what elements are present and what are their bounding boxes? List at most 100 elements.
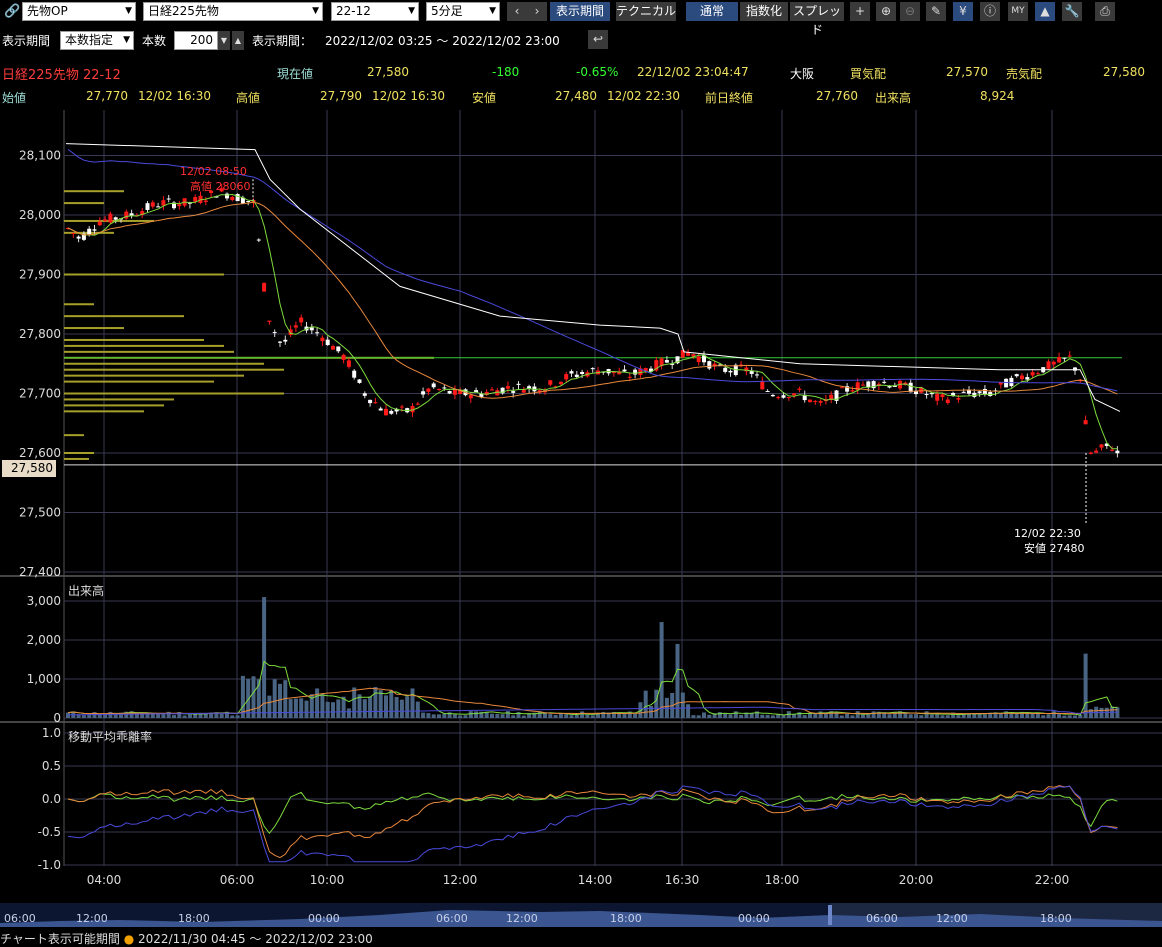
market-select[interactable]: 先物OP ▼ xyxy=(22,2,136,21)
time-tick-label: 04:00 xyxy=(87,873,122,887)
volume-profile-bar xyxy=(64,374,244,377)
candle-body xyxy=(760,381,765,390)
current-price-label: 27,580 xyxy=(2,460,56,477)
wrench-icon[interactable]: 🔧 xyxy=(1062,2,1082,21)
volume-bar xyxy=(982,714,987,718)
pencil-icon[interactable]: ✎ xyxy=(926,2,946,21)
volume-bar xyxy=(495,713,500,718)
candle-body xyxy=(490,389,494,391)
volume-profile-bar xyxy=(64,368,284,371)
count-input[interactable]: 200 xyxy=(174,31,218,50)
time-tick-label: 16:30 xyxy=(665,873,700,887)
volume-bar xyxy=(331,702,335,718)
index-button[interactable]: 指数化 xyxy=(740,2,788,21)
volume-bar xyxy=(463,715,468,718)
candle-body xyxy=(246,201,251,203)
candle-body xyxy=(1088,452,1093,454)
return-icon[interactable]: ↩ xyxy=(588,30,608,49)
candle-body xyxy=(299,317,304,323)
prev-button[interactable]: ‹ xyxy=(507,2,527,21)
count-down-button[interactable]: ▼ xyxy=(218,31,230,50)
volume-bar xyxy=(850,715,855,718)
volume-bar xyxy=(839,715,844,718)
print-icon[interactable]: ⎙ xyxy=(1095,2,1115,21)
volume-bar xyxy=(580,711,585,718)
price-tick-label: 28,000 xyxy=(19,208,61,222)
candle-body xyxy=(945,399,950,403)
link-icon: 🔗 xyxy=(4,4,21,19)
candle-body xyxy=(818,401,823,403)
prev-close-label: 前日終値 xyxy=(705,91,754,105)
time-tick-label: 18:00 xyxy=(765,873,800,887)
period-button[interactable]: 表示期間 xyxy=(550,2,610,21)
volume-bar xyxy=(320,693,325,718)
volume-bar xyxy=(940,715,945,718)
volume-bar xyxy=(442,713,447,718)
volume-bar xyxy=(235,715,240,718)
candle-body xyxy=(633,369,638,375)
current-value: 27,580 xyxy=(367,65,409,79)
volume-bar xyxy=(776,714,781,718)
candle-body xyxy=(590,368,595,370)
volume-profile-bar xyxy=(64,327,124,330)
price-tick-label: 27,600 xyxy=(19,446,61,460)
status-bar: チャート表示可能期間 ● 2022/11/30 04:45 ～ 2022/12/… xyxy=(0,930,373,947)
volume-bar xyxy=(437,714,441,718)
time-tick-label: 12:00 xyxy=(443,873,478,887)
info-icon[interactable]: ⓘ xyxy=(980,2,1000,21)
yen-icon[interactable]: ¥ xyxy=(953,2,973,21)
candle-body xyxy=(161,200,166,206)
volume-bar xyxy=(262,597,267,718)
volume-profile-bar xyxy=(64,392,284,395)
candle-body xyxy=(505,386,510,389)
candle-body xyxy=(76,236,81,239)
price-tick-label: 27,700 xyxy=(19,387,61,401)
toolbar: 🔗 先物OP ▼ 日経225先物 ▼ 22-12 ▼ 5分足 ▼ ‹ › 表示期… xyxy=(0,0,1162,37)
interval-select-value: 5分足 xyxy=(431,4,463,18)
volume-bar xyxy=(998,713,1003,718)
spread-button[interactable]: スプレッド xyxy=(790,2,844,37)
zoom-in-icon[interactable]: ⊕ xyxy=(876,2,896,21)
change-value: -180 xyxy=(492,65,520,79)
chevron-down-icon: ▼ xyxy=(125,6,132,16)
candle-body xyxy=(87,228,92,235)
volume-bar xyxy=(770,715,775,718)
candle-body xyxy=(622,369,627,372)
candle-body xyxy=(166,198,171,200)
candle-body xyxy=(346,360,351,367)
navigator-tick-label: 06:00 xyxy=(4,912,36,925)
count-mode-select[interactable]: 本数指定 ▼ xyxy=(60,31,134,50)
normal-button[interactable]: 通常 xyxy=(686,2,738,21)
candle-body xyxy=(808,399,812,403)
candle-body xyxy=(309,327,314,331)
volume-bar xyxy=(956,715,961,718)
zoom-out-icon[interactable]: ⊖ xyxy=(900,2,920,21)
area-chart-icon[interactable]: ▲ xyxy=(1035,2,1055,21)
count-up-button[interactable]: ▲ xyxy=(232,31,244,50)
interval-select[interactable]: 5分足 ▼ xyxy=(426,2,500,21)
volume-bar xyxy=(405,696,410,718)
volume-tick-label: 1,000 xyxy=(27,672,61,686)
deviation-tick-label: 0.0 xyxy=(42,792,61,806)
volume-bar xyxy=(490,713,494,718)
volume-bar xyxy=(251,676,256,718)
volume-bar xyxy=(267,695,272,718)
technical-button[interactable]: テクニカル xyxy=(616,2,676,21)
volume-bar xyxy=(500,714,505,718)
volume-bar xyxy=(521,715,526,718)
symbol-select[interactable]: 日経225先物 ▼ xyxy=(143,2,323,21)
crosshair-icon[interactable]: + xyxy=(850,2,870,21)
candle-body xyxy=(770,394,775,397)
volume-bar xyxy=(919,715,924,718)
next-button[interactable]: › xyxy=(527,2,547,21)
navigator-ticks: 06:00 12:00 18:00 00:00 06:00 12:00 18:00 00:00… xyxy=(0,912,1162,926)
ask-label: 売気配 xyxy=(1006,67,1043,81)
volume-bar xyxy=(336,699,341,718)
volume-bar xyxy=(564,714,569,718)
candle-body xyxy=(511,391,516,393)
chart-area[interactable]: 27,400 27,500 27,600 27,700 27,800 27,900 28,0… xyxy=(0,110,1162,905)
contract-select[interactable]: 22-12 ▼ xyxy=(331,2,419,21)
candle-body xyxy=(421,391,426,395)
my-chart-icon[interactable]: MY xyxy=(1008,2,1028,21)
time-tick-label: 22:00 xyxy=(1035,873,1070,887)
